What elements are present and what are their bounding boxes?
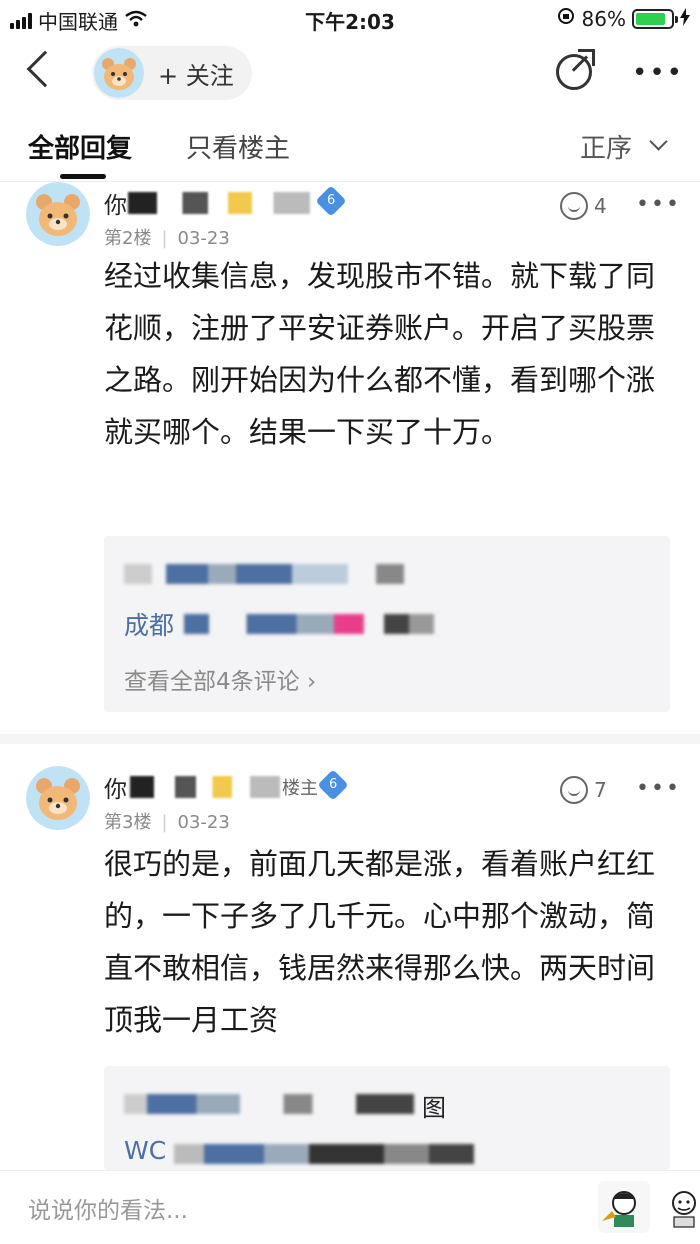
post-meta: 第2楼 | 03-23	[104, 224, 230, 250]
post-content: 经过收集信息，发现股市不错。就下载了同花顺，注册了平安证券账户。开启了买股票之路…	[104, 259, 656, 449]
back-icon[interactable]	[26, 50, 64, 88]
owner-tag: 楼主	[282, 778, 318, 799]
battery-fill	[636, 12, 666, 25]
reply-snippet: 图	[422, 1094, 446, 1122]
username[interactable]: 你	[104, 770, 127, 804]
post-meta: 第3楼 | 03-23	[104, 808, 230, 834]
level-badge: 6	[315, 185, 347, 217]
reply-author[interactable]: 成都	[124, 606, 174, 642]
nav-bar: + 关注 •••	[0, 36, 700, 112]
level-value: 6	[328, 777, 338, 792]
floor-number: 第3楼	[104, 812, 152, 833]
post-divider	[0, 734, 700, 744]
more-icon[interactable]: •••	[636, 776, 681, 801]
author-follow-pill[interactable]: + 关注	[92, 46, 252, 100]
status-right: 86%	[556, 6, 690, 31]
post-floor-3: 你 楼主 6 第3楼 | 03-23 7 ••• 很巧的是，前面几天都是涨，看着账户…	[0, 766, 700, 1170]
reply-author[interactable]: WC	[124, 1136, 166, 1165]
meta-separator: |	[161, 812, 168, 833]
more-icon[interactable]: •••	[636, 192, 681, 217]
post-date: 03-23	[177, 228, 230, 249]
like-icon[interactable]	[560, 192, 588, 220]
floor-number: 第2楼	[104, 228, 152, 249]
charging-icon	[680, 7, 690, 31]
avatar[interactable]	[26, 182, 90, 246]
follow-button[interactable]: + 关注	[158, 56, 234, 91]
reply-text-blurred	[174, 1144, 474, 1164]
reply-text-blurred	[124, 1094, 414, 1114]
comment-bar: 说说你的看法...	[0, 1170, 700, 1244]
emoji-sticker-icon[interactable]	[664, 1181, 700, 1233]
comment-input[interactable]: 说说你的看法...	[28, 1191, 188, 1225]
tab-active-indicator	[60, 174, 106, 179]
chevron-down-icon[interactable]	[649, 132, 668, 151]
avatar[interactable]	[94, 48, 144, 98]
reply-preview[interactable]: 图 WC	[104, 1066, 670, 1170]
post-date: 03-23	[177, 812, 230, 833]
post-content: 很巧的是，前面几天都是涨，看着账户红红的，一下子多了几千元。心中那个激动，简直不…	[104, 847, 656, 1037]
view-all-label: 查看全部4条评论	[124, 669, 300, 695]
tab-owner-only[interactable]: 只看楼主	[186, 128, 290, 165]
tab-bar: 全部回复 只看楼主 正序	[0, 112, 700, 182]
like-button[interactable]: 4	[560, 192, 607, 220]
meta-separator: |	[161, 228, 168, 249]
like-icon[interactable]	[560, 776, 588, 804]
avatar[interactable]	[26, 766, 90, 830]
reply-text-blurred	[124, 564, 404, 584]
level-badge: 6	[317, 769, 349, 801]
orientation-lock-icon	[556, 6, 576, 31]
battery-percent: 86%	[581, 6, 626, 31]
username[interactable]: 你	[104, 186, 127, 220]
like-button[interactable]: 7	[560, 776, 607, 804]
emoji-sticker-icon[interactable]	[598, 1181, 650, 1233]
share-icon[interactable]	[556, 49, 595, 90]
username-blurred	[130, 776, 280, 798]
sort-dropdown[interactable]: 正序	[580, 128, 632, 165]
status-bar: 中国联通 下午2:03 86%	[0, 0, 700, 36]
like-count: 4	[594, 194, 607, 218]
like-count: 7	[594, 778, 607, 802]
reply-preview[interactable]: 成都 查看全部4条评论 ›	[104, 536, 670, 712]
tab-all-replies[interactable]: 全部回复	[28, 128, 132, 165]
post-floor-2: 你 6 第2楼 | 03-23 4 ••• 经过收集信息，发现股市不错。就下载了同花…	[0, 182, 700, 732]
view-all-comments-link[interactable]: 查看全部4条评论 ›	[124, 662, 316, 696]
level-value: 6	[326, 193, 336, 208]
battery-icon	[632, 8, 678, 29]
username-blurred	[128, 192, 310, 214]
more-icon[interactable]: •••	[632, 58, 684, 88]
reply-text-blurred	[184, 614, 434, 634]
